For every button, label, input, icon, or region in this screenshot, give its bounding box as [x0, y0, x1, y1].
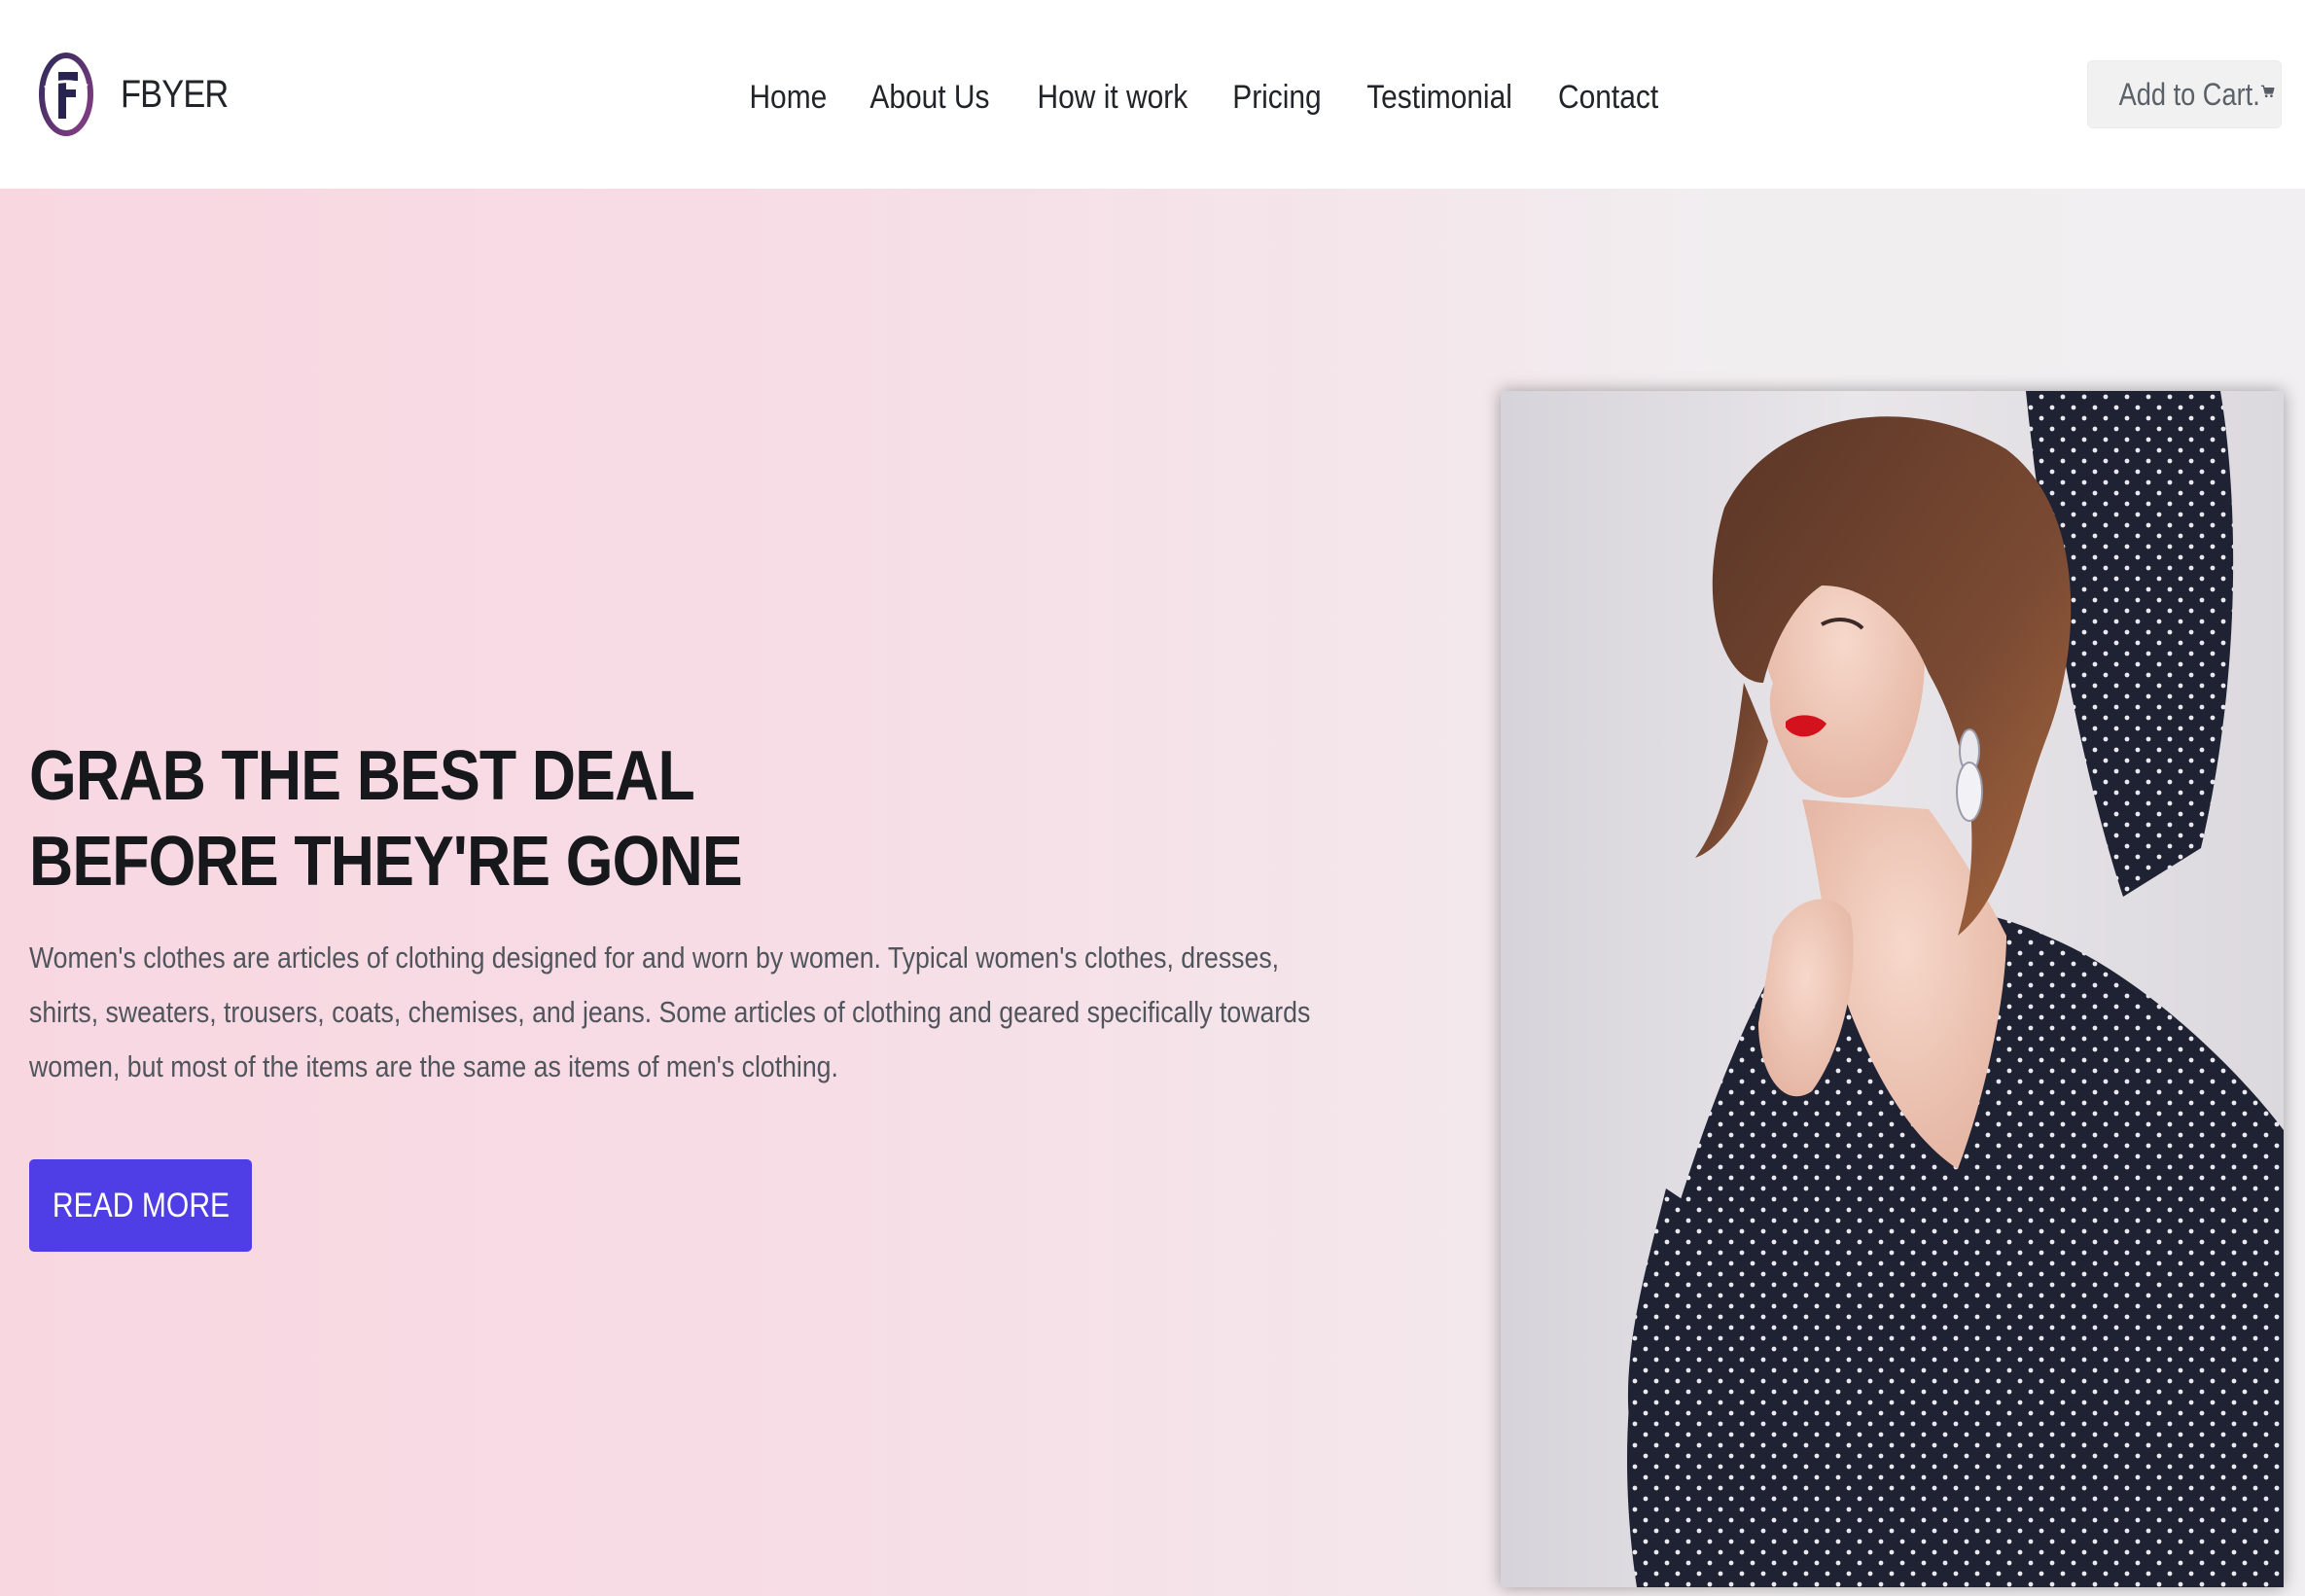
- hero-image: [1501, 391, 2284, 1587]
- hero-section: GRAB THE BEST DEAL BEFORE THEY'RE GONE W…: [0, 189, 2305, 1596]
- add-to-cart-label: Add to Cart.: [2118, 76, 2260, 112]
- read-more-button[interactable]: READ MORE: [29, 1159, 252, 1252]
- nav-contact[interactable]: Contact: [1545, 79, 1672, 117]
- hero-description: Women's clothes are articles of clothing…: [29, 940, 1311, 1083]
- nav-home[interactable]: Home: [736, 79, 839, 117]
- woman-photo-illustration: [1501, 391, 2284, 1587]
- nav-about-us[interactable]: About Us: [857, 79, 1002, 117]
- nav-testimonial[interactable]: Testimonial: [1354, 79, 1525, 117]
- main-nav: Home About Us How it work Pricing Testim…: [729, 68, 1680, 126]
- hero-title-line-1: GRAB THE BEST DEAL: [29, 737, 695, 815]
- shopping-cart-icon: [2260, 85, 2275, 98]
- read-more-label: READ MORE: [52, 1186, 230, 1224]
- nav-pricing[interactable]: Pricing: [1220, 79, 1334, 117]
- add-to-cart-button[interactable]: Add to Cart.: [2087, 60, 2282, 128]
- navbar: FBYER Home About Us How it work Pricing …: [0, 0, 2305, 189]
- brand-link[interactable]: FBYER: [39, 49, 245, 140]
- hero-title-line-2: BEFORE THEY'RE GONE: [29, 823, 743, 901]
- hero-title: GRAB THE BEST DEAL BEFORE THEY'RE GONE: [29, 733, 743, 904]
- nav-how-it-work[interactable]: How it work: [1024, 79, 1200, 117]
- brand-name: FBYER: [121, 72, 229, 116]
- brand-logo-icon: [39, 53, 93, 136]
